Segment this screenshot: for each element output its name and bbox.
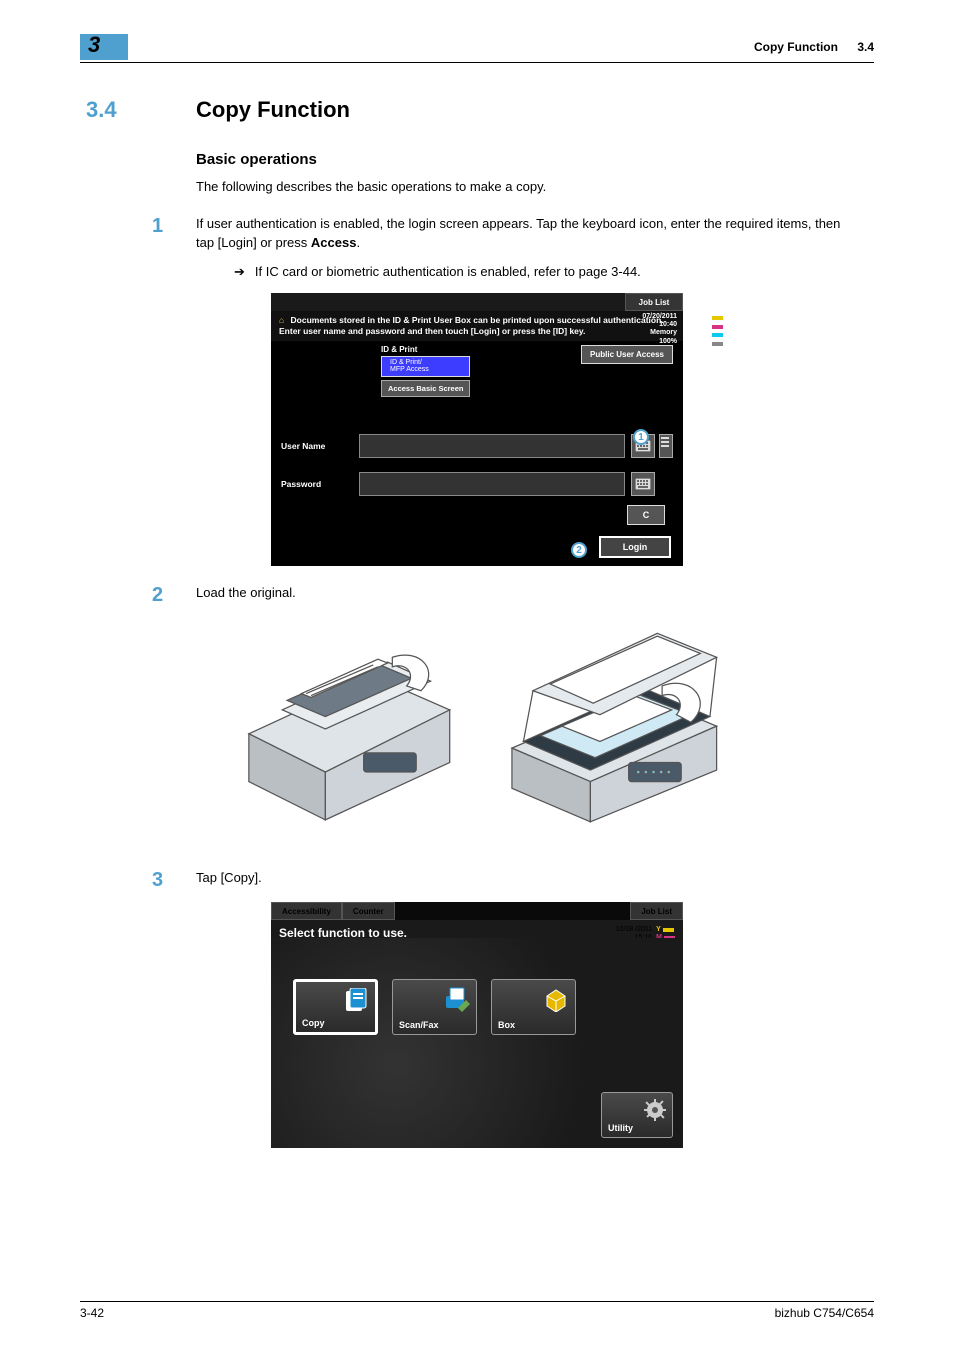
access-basic-screen-button[interactable]: Access Basic Screen bbox=[381, 380, 470, 397]
step-number: 1 bbox=[152, 215, 196, 253]
status-date-2: 10/28 /2011 bbox=[616, 926, 652, 934]
footer-model: bizhub C754/C654 bbox=[775, 1306, 874, 1320]
step-number: 2 bbox=[152, 584, 196, 607]
copy-icon bbox=[343, 988, 369, 1014]
login-screenshot: Job List ⌂ Documents stored in the ID & … bbox=[271, 293, 683, 566]
user-list-button[interactable] bbox=[659, 434, 673, 458]
box-icon bbox=[543, 986, 569, 1012]
page-footer: 3-42 bizhub C754/C654 bbox=[80, 1301, 874, 1320]
subsection-heading: Basic operations bbox=[196, 151, 864, 168]
toner-y-2: Y bbox=[656, 926, 661, 934]
step-number: 3 bbox=[152, 869, 196, 892]
clear-button[interactable]: C bbox=[627, 505, 665, 525]
keyboard-icon-button-2[interactable] bbox=[631, 472, 655, 496]
login-button[interactable]: Login bbox=[599, 536, 671, 558]
step1-bold: Access bbox=[311, 235, 357, 250]
password-input[interactable] bbox=[359, 472, 625, 496]
public-access-group: Public User Access bbox=[581, 345, 675, 397]
header-right: Copy Function 3.4 bbox=[754, 40, 874, 54]
section-heading: 3.4 Copy Function bbox=[80, 97, 874, 123]
arrow-icon: ➔ bbox=[234, 263, 245, 282]
id-print-header: ID & Print bbox=[381, 345, 470, 354]
step-body: If user authentication is enabled, the l… bbox=[196, 215, 874, 253]
header-title: Copy Function bbox=[754, 40, 838, 54]
scan-fax-label: Scan/Fax bbox=[399, 1020, 439, 1030]
step-3: 3 Tap [Copy]. bbox=[80, 869, 874, 892]
user-name-label: User Name bbox=[281, 441, 359, 451]
section-number: 3.4 bbox=[86, 97, 196, 123]
utility-label: Utility bbox=[608, 1123, 633, 1133]
page-header: 3 Copy Function 3.4 bbox=[80, 34, 874, 63]
step-2: 2 Load the original. bbox=[80, 584, 874, 607]
counter-tab[interactable]: Counter bbox=[342, 902, 395, 920]
utility-button[interactable]: Utility bbox=[601, 1092, 673, 1138]
load-original-illustration bbox=[217, 619, 737, 851]
accessibility-tab[interactable]: Accessibility bbox=[271, 902, 342, 920]
user-name-input[interactable] bbox=[359, 434, 625, 458]
copy-label: Copy bbox=[302, 1018, 325, 1028]
mfp-platen-figure bbox=[492, 619, 727, 839]
step-body: Tap [Copy]. bbox=[196, 869, 874, 892]
scan-fax-icon bbox=[444, 986, 470, 1012]
password-label: Password bbox=[281, 479, 359, 489]
public-user-access-button[interactable]: Public User Access bbox=[581, 345, 673, 364]
step1-text-a: If user authentication is enabled, the l… bbox=[196, 216, 840, 250]
callout-2: 2 bbox=[571, 542, 587, 558]
box-function-button[interactable]: Box bbox=[491, 979, 576, 1035]
section-title: Copy Function bbox=[196, 97, 350, 123]
footer-page: 3-42 bbox=[80, 1306, 104, 1320]
status-time: 10:40 bbox=[642, 321, 677, 329]
step-1: 1 If user authentication is enabled, the… bbox=[80, 215, 874, 253]
chapter-number: 3 bbox=[88, 32, 100, 58]
status-block: 07/20/2011 10:40 Memory 100% bbox=[642, 313, 677, 345]
toner-indicators: Y M C K bbox=[709, 313, 715, 348]
job-list-tab[interactable]: Job List bbox=[625, 293, 683, 311]
scan-fax-function-button[interactable]: Scan/Fax bbox=[392, 979, 477, 1035]
copy-function-button[interactable]: Copy bbox=[293, 979, 378, 1035]
step1-sub-text: If IC card or biometric authentication i… bbox=[255, 263, 641, 282]
step-body: Load the original. bbox=[196, 584, 874, 607]
id-print-group: ID & Print ID & Print/ MFP Access Access… bbox=[381, 345, 470, 397]
id-print-mfp-button[interactable]: ID & Print/ MFP Access bbox=[381, 356, 470, 377]
idprint-btn1-l2: MFP Access bbox=[390, 366, 461, 374]
idprint-btn1-l1: ID & Print/ bbox=[390, 359, 461, 367]
intro-paragraph: The following describes the basic operat… bbox=[196, 178, 864, 197]
function-select-screenshot: Accessibility Counter Job List Select fu… bbox=[271, 902, 683, 1148]
login-instructions: ⌂ Documents stored in the ID & Print Use… bbox=[271, 311, 683, 340]
gear-icon bbox=[644, 1099, 666, 1121]
step1-text-b: . bbox=[356, 235, 360, 250]
login-instructions-text: Documents stored in the ID & Print User … bbox=[279, 315, 664, 336]
step1-sub: ➔ If IC card or biometric authentication… bbox=[234, 263, 874, 282]
status-date: 07/20/2011 bbox=[642, 313, 677, 321]
job-list-tab-2[interactable]: Job List bbox=[630, 902, 683, 920]
mfp-adf-figure bbox=[227, 619, 462, 839]
header-section: 3.4 bbox=[857, 40, 874, 54]
box-label: Box bbox=[498, 1020, 515, 1030]
status-memory-lbl: Memory bbox=[650, 329, 677, 336]
chapter-badge: 3 bbox=[80, 34, 128, 60]
status-memory-val: 100% bbox=[642, 338, 677, 346]
info-icon: ⌂ bbox=[279, 315, 284, 325]
